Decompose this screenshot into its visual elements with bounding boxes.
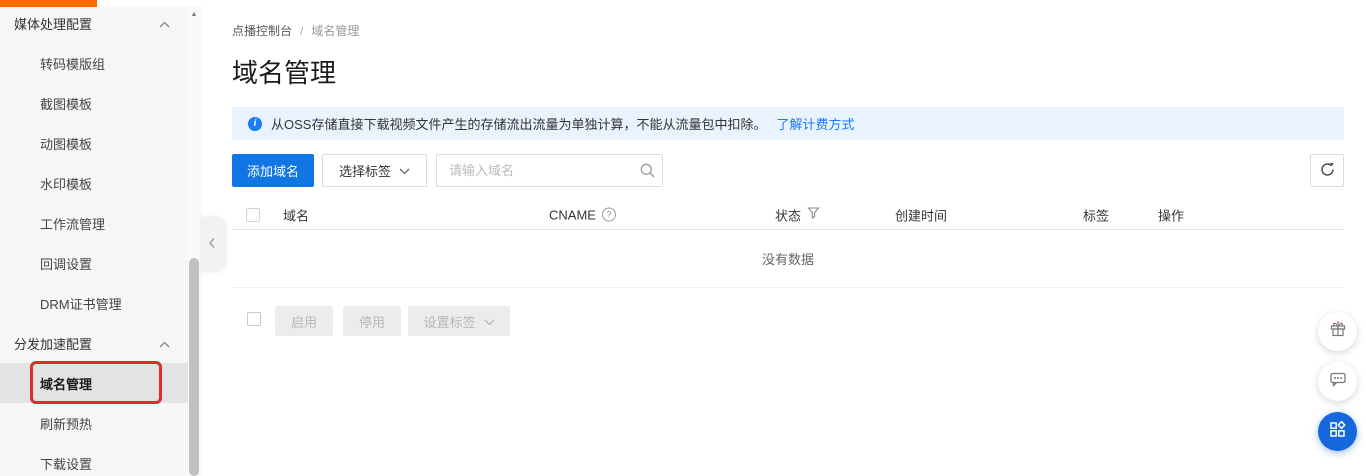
breadcrumb: 点播控制台 / 域名管理 xyxy=(232,22,359,39)
table-header: 域名 CNAME ? 状态 创建时间 标签 操作 xyxy=(232,200,1344,230)
main-content: 点播控制台 / 域名管理 域名管理 i 从OSS存储直接下载视频文件产生的存储流出流… xyxy=(232,0,1344,476)
search-input[interactable] xyxy=(437,155,633,186)
chevron-up-icon xyxy=(159,16,170,31)
sidebar-item-watermark-template[interactable]: 水印模板 xyxy=(0,163,188,203)
set-tag-label: 设置标签 xyxy=(423,314,476,330)
search-box xyxy=(436,154,663,187)
banner-link[interactable]: 了解计费方式 xyxy=(776,114,854,133)
banner-text: 从OSS存储直接下载视频文件产生的存储流出流量为单独计算，不能从流量包中扣除。 xyxy=(271,117,767,132)
app-grid-icon xyxy=(1328,420,1347,444)
sidebar-item-workflow-management[interactable]: 工作流管理 xyxy=(0,203,188,243)
sidebar-item-drm-cert-management[interactable]: DRM证书管理 xyxy=(0,283,188,323)
add-domain-button[interactable]: 添加域名 xyxy=(232,154,314,187)
sidebar-item-refresh-prefetch[interactable]: 刷新预热 xyxy=(0,403,188,443)
feedback-fab-button[interactable] xyxy=(1318,362,1357,401)
chevron-left-icon xyxy=(208,236,216,254)
refresh-icon xyxy=(1320,162,1335,180)
tag-filter-label: 选择标签 xyxy=(338,164,391,179)
vod-console-screen: 媒体处理配置 转码模版组 截图模板 动图模板 水印模板 工作流管理 回调设置 D… xyxy=(0,0,1366,476)
chevron-up-icon xyxy=(159,336,170,351)
info-icon: i xyxy=(248,116,262,131)
help-icon[interactable]: ? xyxy=(601,207,616,222)
sidebar: 媒体处理配置 转码模版组 截图模板 动图模板 水印模板 工作流管理 回调设置 D… xyxy=(0,7,200,476)
table-empty-row: 没有数据 xyxy=(232,230,1344,288)
sidebar-group-media-processing[interactable]: 媒体处理配置 xyxy=(0,3,188,43)
sidebar-scrollbar-thumb[interactable] xyxy=(189,258,199,476)
select-all-checkbox[interactable] xyxy=(246,207,260,222)
column-header-created-time: 创建时间 xyxy=(895,208,948,223)
batch-select-checkbox[interactable] xyxy=(247,312,261,326)
batch-action-bar: 启用 停用 设置标签 xyxy=(232,306,1344,339)
info-banner: i 从OSS存储直接下载视频文件产生的存储流出流量为单独计算，不能从流量包中扣除… xyxy=(232,107,1344,140)
chevron-down-icon xyxy=(399,163,410,178)
sidebar-item-callback-settings[interactable]: 回调设置 xyxy=(0,243,188,283)
sidebar-collapse-handle[interactable] xyxy=(200,217,224,272)
disable-button[interactable]: 停用 xyxy=(343,306,401,336)
feedback-chat-icon xyxy=(1328,369,1348,394)
sidebar-item-domain-management[interactable]: 域名管理 xyxy=(0,363,188,403)
chevron-down-icon xyxy=(484,314,495,329)
sidebar-item-animated-image-template[interactable]: 动图模板 xyxy=(0,123,188,163)
toolbar: 添加域名 选择标签 xyxy=(232,154,1344,187)
search-icon[interactable] xyxy=(633,155,662,186)
sidebar-menu: 媒体处理配置 转码模版组 截图模板 动图模板 水印模板 工作流管理 回调设置 D… xyxy=(0,3,200,476)
page-title: 域名管理 xyxy=(232,58,337,88)
set-tag-dropdown[interactable]: 设置标签 xyxy=(408,306,510,336)
sidebar-group-label: 媒体处理配置 xyxy=(14,16,93,32)
column-header-domain: 域名 xyxy=(283,208,310,223)
column-header-status: 状态 xyxy=(775,208,802,223)
refresh-button[interactable] xyxy=(1310,154,1344,187)
gift-fab-button[interactable] xyxy=(1318,312,1357,351)
column-header-tag: 标签 xyxy=(1083,208,1110,223)
tag-filter-dropdown[interactable]: 选择标签 xyxy=(322,154,427,187)
sidebar-item-download-settings[interactable]: 下载设置 xyxy=(0,443,188,476)
sidebar-group-distribution-acceleration[interactable]: 分发加速配置 xyxy=(0,323,188,363)
sidebar-item-snapshot-template[interactable]: 截图模板 xyxy=(0,83,188,123)
column-header-cname: CNAME xyxy=(549,207,596,222)
empty-text: 没有数据 xyxy=(761,252,814,267)
breadcrumb-separator: / xyxy=(300,24,304,38)
filter-funnel-icon[interactable] xyxy=(807,207,820,223)
sidebar-item-transcode-template-group[interactable]: 转码模版组 xyxy=(0,43,188,83)
enable-button[interactable]: 启用 xyxy=(275,306,333,336)
breadcrumb-console-link[interactable]: 点播控制台 xyxy=(232,24,292,38)
column-header-actions: 操作 xyxy=(1158,208,1185,223)
breadcrumb-current: 域名管理 xyxy=(311,24,360,38)
apps-fab-button[interactable] xyxy=(1318,412,1357,451)
scroll-up-icon[interactable]: ▲ xyxy=(188,9,200,21)
sidebar-scrollbar[interactable]: ▲ xyxy=(188,7,200,476)
gift-icon xyxy=(1328,319,1348,344)
sidebar-group-label: 分发加速配置 xyxy=(14,336,93,352)
